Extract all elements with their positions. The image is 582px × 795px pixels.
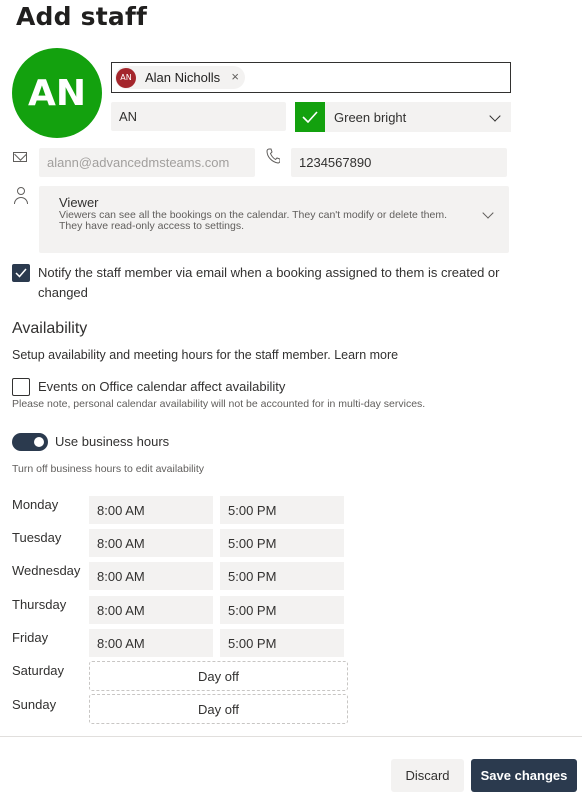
day-label-tuesday: Tuesday xyxy=(12,530,62,545)
chip-name: Alan Nicholls xyxy=(145,70,221,85)
role-title: Viewer xyxy=(59,195,99,210)
chip-avatar: AN xyxy=(116,67,136,88)
end-time-friday: 5:00 PM xyxy=(220,629,344,657)
page-title: Add staff xyxy=(16,2,148,31)
initials-input[interactable]: AN xyxy=(111,102,286,131)
availability-description-text: Setup availability and meeting hours for… xyxy=(12,348,331,362)
events-checkbox[interactable] xyxy=(12,378,30,396)
phone-field[interactable]: 1234567890 xyxy=(291,148,507,177)
checkmark-icon xyxy=(302,111,318,123)
day-label-thursday: Thursday xyxy=(12,597,67,612)
toggle-knob xyxy=(34,437,44,447)
phone-icon xyxy=(266,148,281,167)
day-label-monday: Monday xyxy=(12,497,59,512)
start-time-friday: 8:00 AM xyxy=(89,629,213,657)
discard-button[interactable]: Discard xyxy=(391,759,464,792)
start-time-tuesday: 8:00 AM xyxy=(89,529,213,557)
color-dropdown-value: Green bright xyxy=(334,109,407,125)
end-time-tuesday: 5:00 PM xyxy=(220,529,344,557)
business-hours-note: Turn off business hours to edit availabi… xyxy=(12,463,205,475)
person-icon xyxy=(14,187,28,205)
checkmark-icon xyxy=(15,268,27,278)
save-changes-button[interactable]: Save changes xyxy=(471,759,577,792)
role-description: Viewers can see all the bookings on the … xyxy=(59,209,448,232)
availability-title: Availability xyxy=(12,320,88,337)
end-time-thursday: 5:00 PM xyxy=(220,596,344,624)
start-time-thursday: 8:00 AM xyxy=(89,596,213,624)
end-time-monday: 5:00 PM xyxy=(220,496,344,524)
notify-label: Notify the staff member via email when a… xyxy=(38,265,500,300)
people-picker[interactable]: AN Alan Nicholls × xyxy=(111,62,511,93)
end-time-wednesday: 5:00 PM xyxy=(220,562,344,590)
footer-divider xyxy=(0,736,582,737)
selected-person-chip[interactable]: AN Alan Nicholls × xyxy=(115,66,245,89)
learn-more-link[interactable]: Learn more xyxy=(334,348,398,362)
day-off-sunday: Day off xyxy=(89,694,348,724)
business-hours-label: Use business hours xyxy=(55,434,170,449)
color-swatch[interactable] xyxy=(295,102,325,132)
chevron-down-icon xyxy=(482,207,494,219)
mail-icon xyxy=(13,152,27,162)
chevron-down-icon xyxy=(489,110,501,122)
notify-checkbox[interactable] xyxy=(12,264,30,282)
business-hours-toggle[interactable] xyxy=(12,433,48,451)
day-label-saturday: Saturday xyxy=(12,663,65,678)
availability-description: Setup availability and meeting hours for… xyxy=(12,348,398,362)
calendar-note: Please note, personal calendar availabil… xyxy=(12,398,426,410)
color-dropdown[interactable]: Green bright xyxy=(325,102,511,132)
email-field[interactable]: alann@advancedmsteams.com xyxy=(39,148,255,177)
start-time-wednesday: 8:00 AM xyxy=(89,562,213,590)
day-label-wednesday: Wednesday xyxy=(12,563,81,578)
start-time-monday: 8:00 AM xyxy=(89,496,213,524)
avatar: AN xyxy=(12,48,102,138)
day-off-saturday: Day off xyxy=(89,661,348,691)
day-label-friday: Friday xyxy=(12,630,49,645)
events-label: Events on Office calendar affect availab… xyxy=(38,379,286,394)
close-icon[interactable]: × xyxy=(231,69,239,84)
role-dropdown[interactable]: Viewer Viewers can see all the bookings … xyxy=(39,186,509,253)
day-label-sunday: Sunday xyxy=(12,697,57,712)
